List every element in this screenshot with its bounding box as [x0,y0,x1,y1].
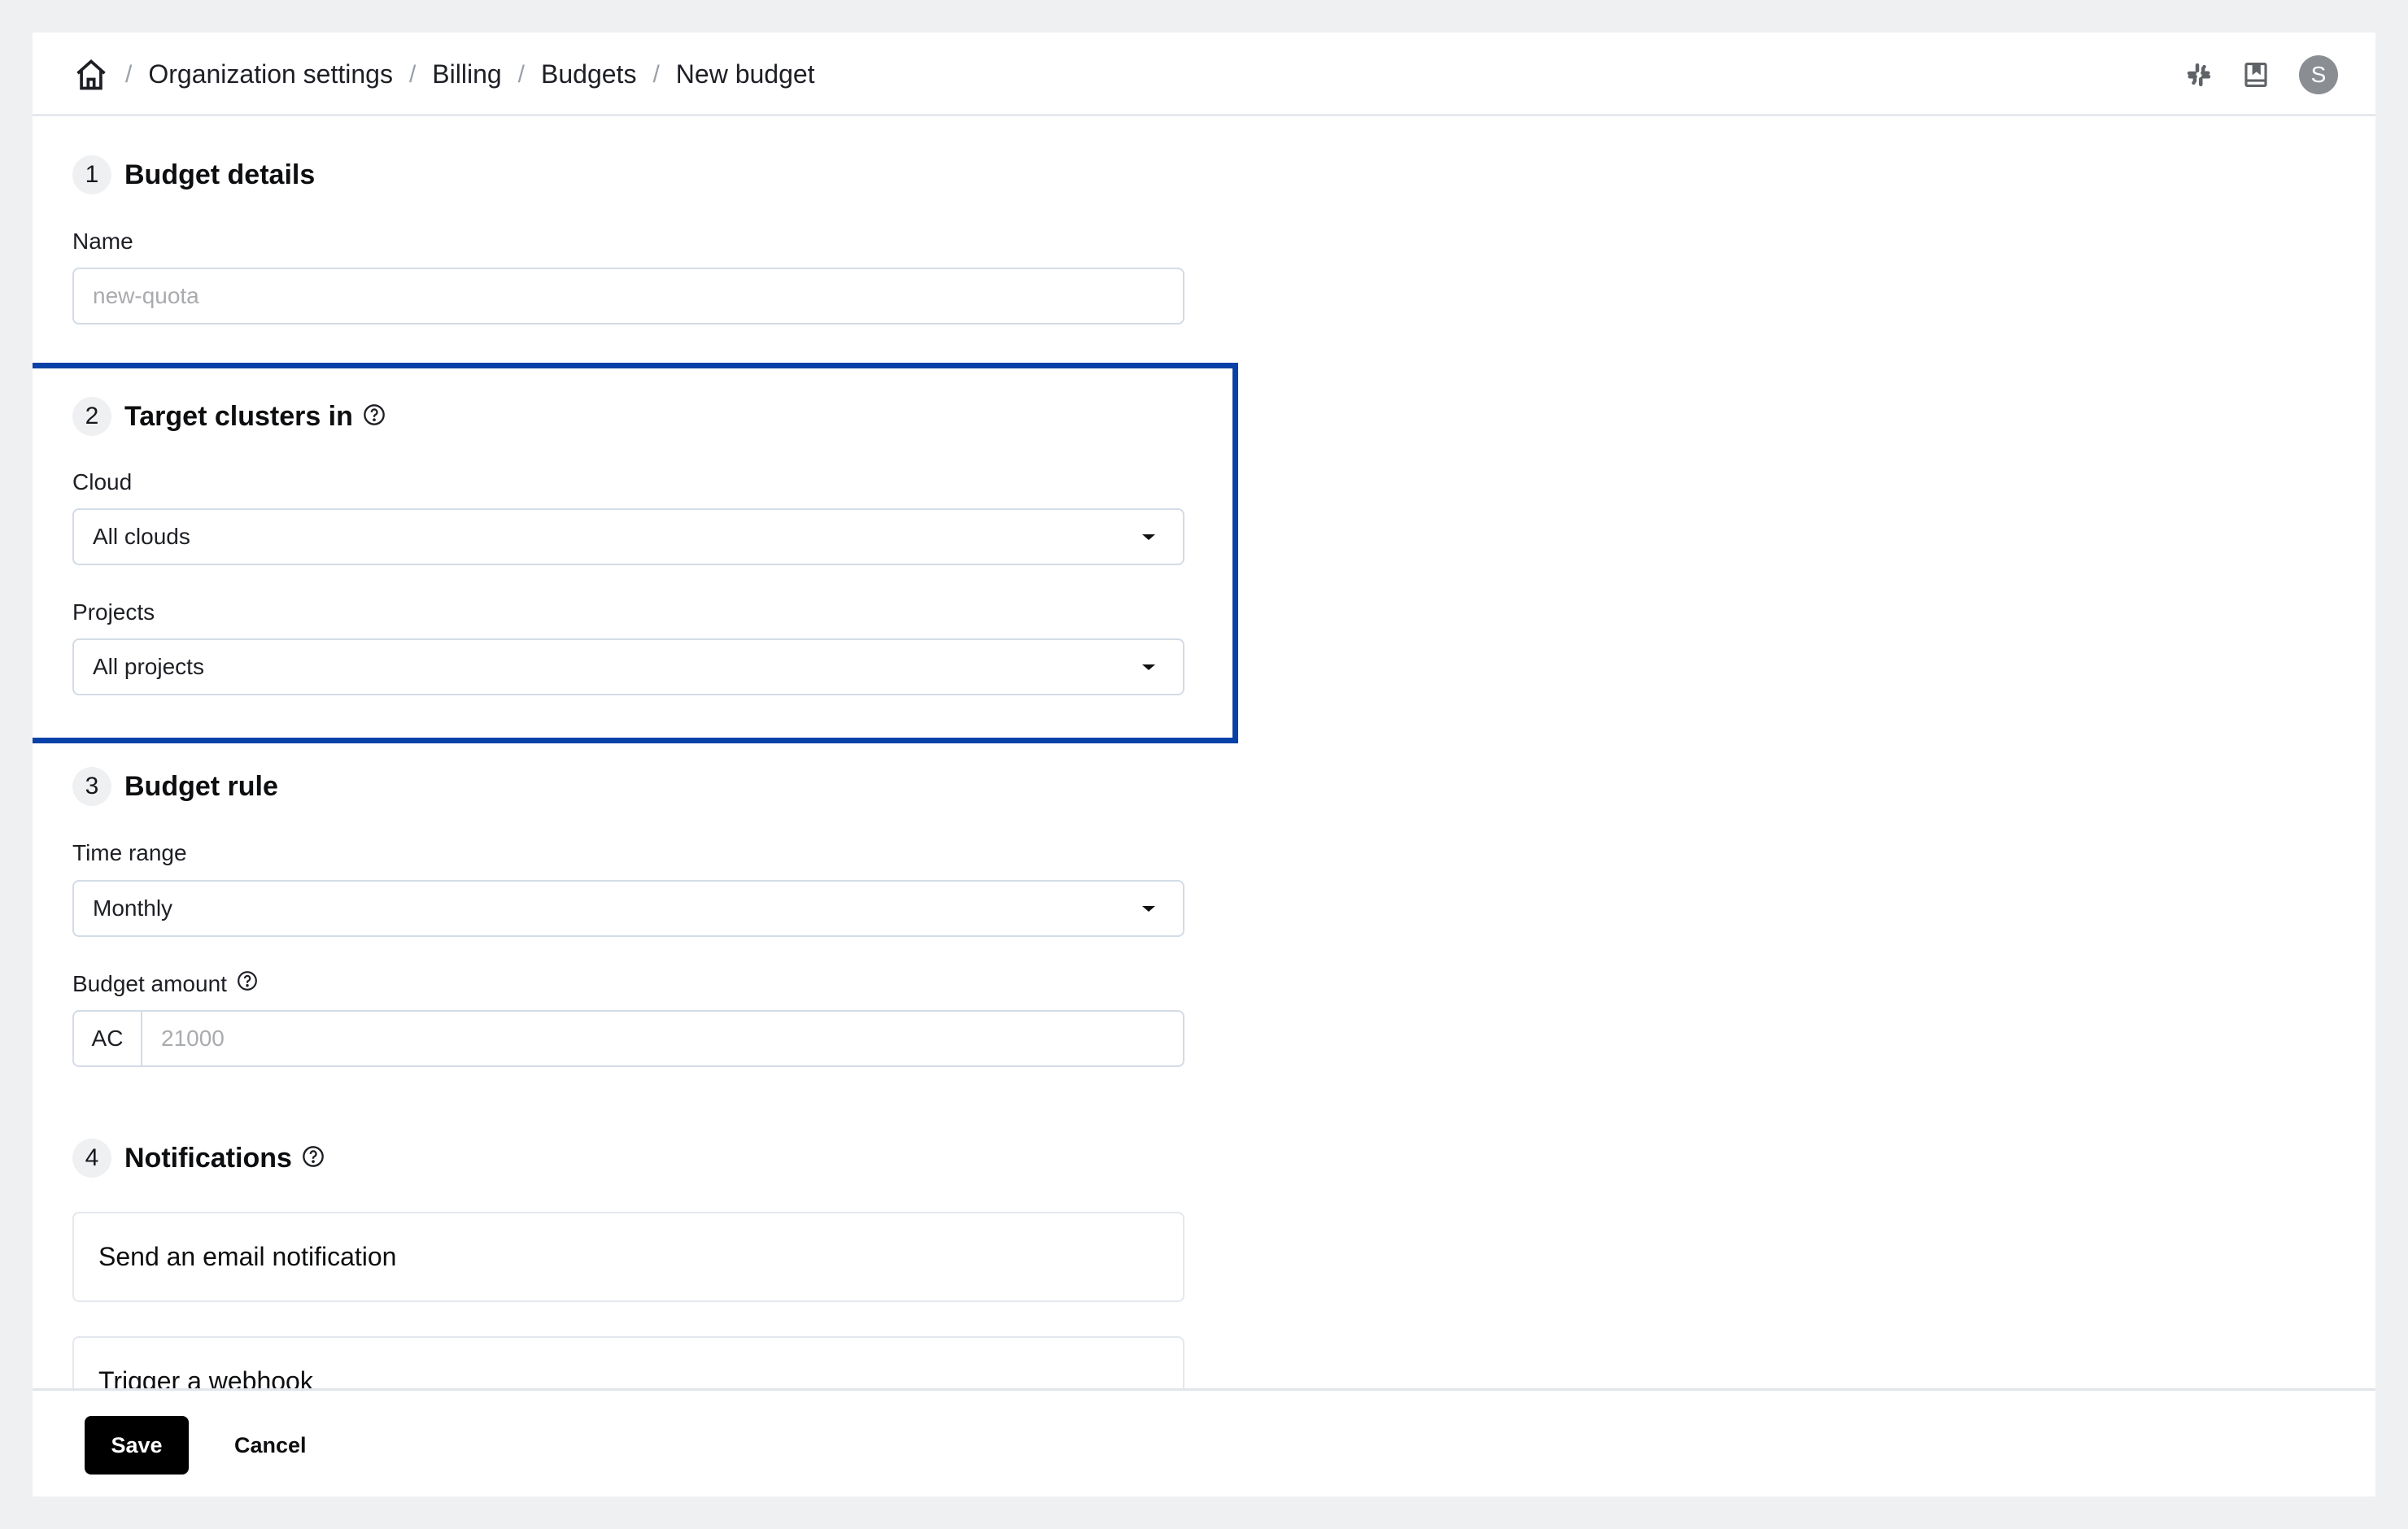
form-footer: Save Cancel [33,1388,2375,1496]
projects-select-value: All projects [93,654,204,679]
chevron-down-icon [1142,905,1155,912]
email-notification-option[interactable]: Send an email notification [72,1212,1184,1302]
cloud-label: Cloud [72,469,133,494]
name-label: Name [72,229,133,254]
budget-amount-label-text: Budget amount [72,970,227,996]
budget-amount-input[interactable]: AC 21000 [72,1010,1184,1067]
time-range-select-value: Monthly [93,895,173,921]
slack-icon[interactable] [2185,61,2213,89]
projects-label: Projects [72,599,155,625]
step-number: 4 [72,1139,111,1178]
cancel-button[interactable]: Cancel [234,1416,307,1475]
header-actions: S [2185,33,2338,116]
chevron-down-icon [1142,664,1155,670]
section-budget-details-header: 1 Budget details [72,155,315,194]
section-notifications-header: 4 Notifications [72,1139,325,1178]
breadcrumb-organization-settings[interactable]: Organization settings [148,59,393,89]
help-icon[interactable] [363,403,386,430]
main-panel: / Organization settings / Billing / Budg… [33,33,2375,1496]
breadcrumb: / Organization settings / Billing / Budg… [73,33,815,116]
breadcrumb-separator: / [517,60,526,88]
time-range-select[interactable]: Monthly [72,880,1184,937]
section-title: Budget rule [124,770,278,802]
time-range-label: Time range [72,840,187,865]
budget-amount-label: Budget amount [72,970,258,997]
cloud-select[interactable]: All clouds [72,508,1184,565]
section-title: Target clusters in [124,400,353,432]
section-target-clusters-header: 2 Target clusters in [72,397,386,436]
currency-prefix: AC [74,1012,142,1065]
name-input[interactable]: new-quota [72,268,1184,325]
breadcrumb-billing[interactable]: Billing [432,59,501,89]
top-bar: / Organization settings / Billing / Budg… [33,33,2375,116]
projects-select[interactable]: All projects [72,638,1184,695]
help-icon[interactable] [237,970,258,997]
breadcrumb-separator: / [408,60,417,88]
email-notification-label: Send an email notification [98,1242,397,1271]
home-icon[interactable] [73,57,109,93]
breadcrumb-separator: / [125,60,133,88]
breadcrumb-budgets[interactable]: Budgets [541,59,636,89]
breadcrumb-current-page: New budget [675,59,815,89]
step-number: 3 [72,767,111,806]
section-title: Notifications [124,1142,292,1174]
chevron-down-icon [1142,534,1155,540]
section-title: Budget details [124,159,316,190]
name-input-placeholder: new-quota [93,283,199,308]
breadcrumb-separator: / [652,60,660,88]
save-button[interactable]: Save [85,1416,189,1475]
help-icon[interactable] [302,1145,325,1172]
book-icon[interactable] [2242,61,2270,89]
section-budget-rule-header: 3 Budget rule [72,767,278,806]
step-number: 1 [72,155,111,194]
step-number: 2 [72,397,111,436]
user-avatar[interactable]: S [2299,54,2338,94]
cloud-select-value: All clouds [93,524,190,549]
budget-amount-placeholder: 21000 [161,1026,225,1051]
